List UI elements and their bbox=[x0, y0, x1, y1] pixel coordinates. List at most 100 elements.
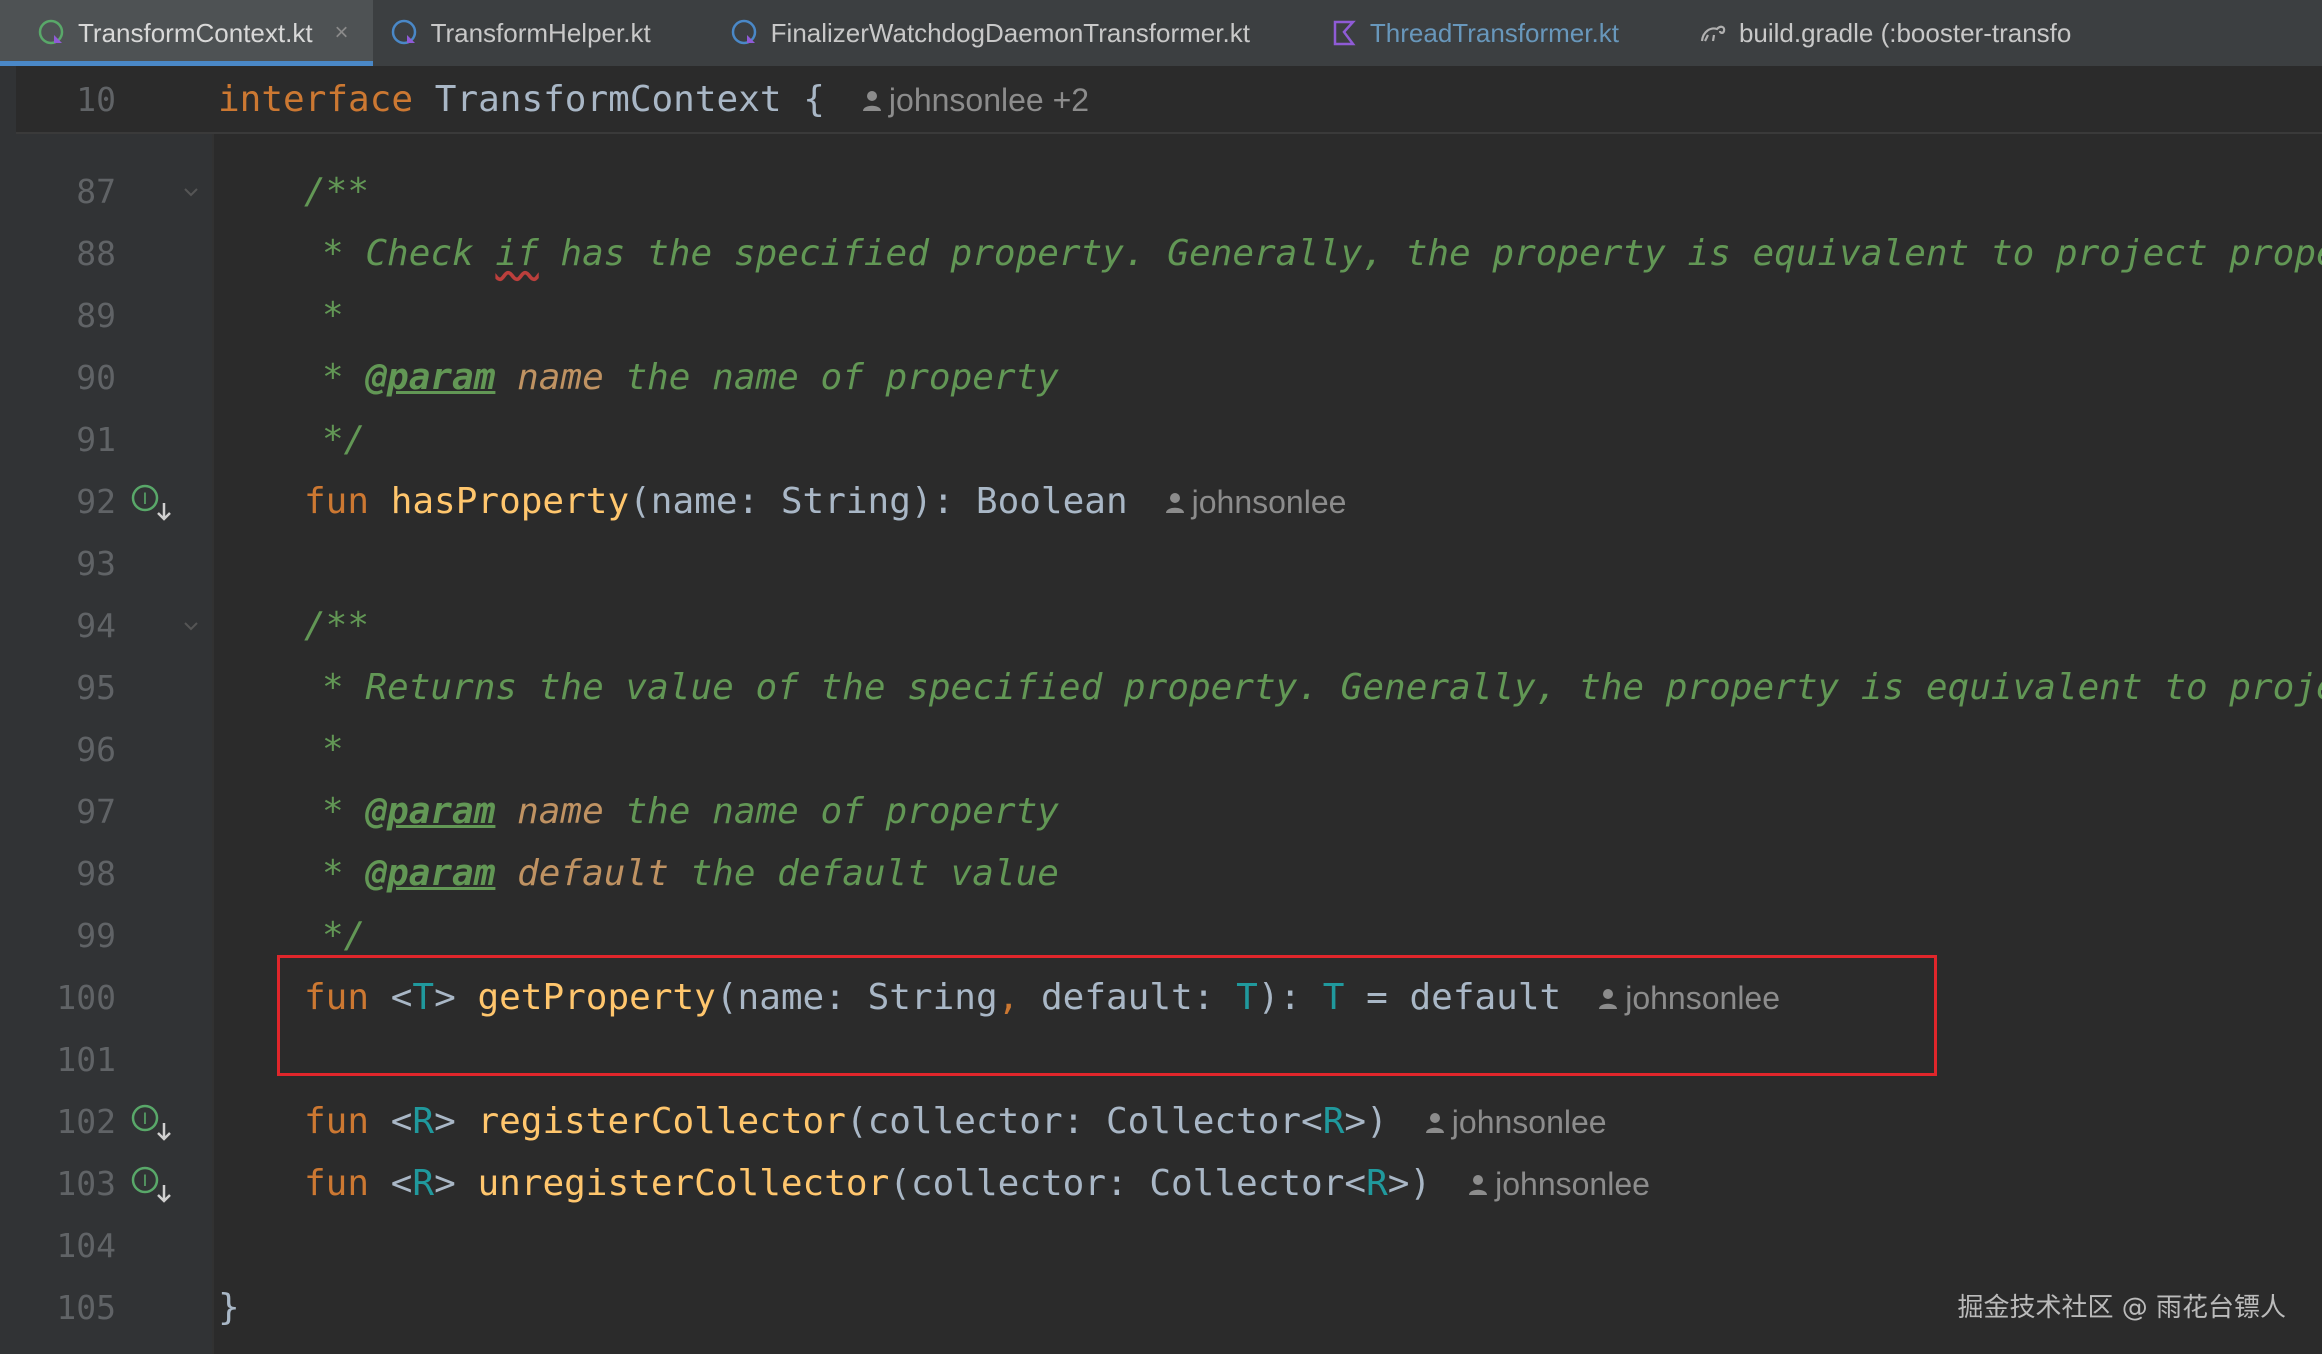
code-line: fun <R> registerCollector(collector: Col… bbox=[304, 1091, 1607, 1153]
kdoc-tag[interactable]: @param bbox=[365, 357, 495, 398]
function-name[interactable]: registerCollector bbox=[477, 1101, 845, 1142]
kdoc-tag[interactable]: @param bbox=[365, 853, 495, 894]
person-icon bbox=[1165, 493, 1184, 513]
type-param: R bbox=[412, 1163, 435, 1204]
code-row-96[interactable]: 96 * bbox=[0, 719, 2322, 781]
tab-build-gradle[interactable]: build.gradle (:booster-transfo bbox=[1643, 0, 2095, 66]
fold-icon[interactable] bbox=[182, 183, 200, 201]
code-row-90[interactable]: 90 * @param name the name of property bbox=[0, 347, 2322, 409]
author-hint[interactable]: johnsonlee bbox=[1424, 1104, 1607, 1140]
kotlin-class-icon bbox=[391, 19, 416, 45]
code-line: * Check if has the specified property. G… bbox=[322, 223, 2322, 285]
comment: * Check bbox=[322, 233, 496, 274]
function-name[interactable]: unregisterCollector bbox=[477, 1163, 889, 1204]
code-line: /** bbox=[304, 161, 369, 223]
person-icon bbox=[1469, 1175, 1488, 1195]
tab-transform-helper[interactable]: TransformHelper.kt bbox=[373, 0, 675, 66]
code-line: } bbox=[218, 1277, 240, 1339]
keyword: fun bbox=[304, 1101, 391, 1142]
tab-label: TransformContext.kt bbox=[78, 17, 313, 48]
tab-thread-transformer[interactable]: ThreadTransformer.kt bbox=[1274, 0, 1643, 66]
line-number: 96 bbox=[76, 730, 116, 769]
code-line: * @param name the name of property bbox=[322, 347, 1059, 409]
kotlin-interface-icon bbox=[38, 19, 64, 45]
implemented-down-icon[interactable]: I bbox=[130, 483, 174, 523]
watermark: 掘金技术社区 @ 雨花台镖人 bbox=[1957, 1293, 2286, 1323]
code-row-104[interactable]: 104 bbox=[0, 1215, 2322, 1277]
author-name: johnsonlee +2 bbox=[888, 82, 1090, 118]
author-name: johnsonlee bbox=[1451, 1104, 1607, 1140]
code-row-102[interactable]: 102 I fun <R> registerCollector(collecto… bbox=[0, 1091, 2322, 1153]
kotlin-file-icon bbox=[1333, 20, 1356, 46]
code-line: */ bbox=[322, 409, 365, 471]
line-number: 87 bbox=[76, 172, 116, 211]
code-row-94[interactable]: 94 /** bbox=[0, 595, 2322, 657]
line-number: 95 bbox=[76, 668, 116, 707]
tab-label: TransformHelper.kt bbox=[430, 17, 651, 48]
implemented-down-icon[interactable]: I bbox=[130, 1103, 174, 1143]
line-number: 88 bbox=[76, 234, 116, 273]
code-row-93[interactable]: 93 bbox=[0, 533, 2322, 595]
close-icon[interactable]: × bbox=[335, 19, 349, 47]
line-number: 104 bbox=[56, 1226, 116, 1265]
comment: * bbox=[322, 729, 344, 770]
code-line: fun <R> unregisterCollector(collector: C… bbox=[304, 1153, 1650, 1215]
line-number: 99 bbox=[76, 916, 116, 955]
code-row-98[interactable]: 98 * @param default the default value bbox=[0, 843, 2322, 905]
code-row-88[interactable]: 88 * Check if has the specified property… bbox=[0, 223, 2322, 285]
code-row-92[interactable]: 92 I fun hasProperty(name: String): Bool… bbox=[0, 471, 2322, 533]
code-row-89[interactable]: 89 * bbox=[0, 285, 2322, 347]
line-number: 102 bbox=[56, 1102, 116, 1141]
line-number: 100 bbox=[56, 978, 116, 1017]
comment: the default value bbox=[668, 853, 1059, 894]
code-row-87[interactable]: 87 /** bbox=[0, 161, 2322, 223]
code-line: * Returns the value of the specified pro… bbox=[322, 657, 2322, 719]
author-name: johnsonlee bbox=[1495, 1166, 1650, 1202]
code-line: fun hasProperty(name: String): Boolean jo… bbox=[304, 471, 1346, 533]
person-icon bbox=[1425, 1113, 1444, 1133]
signature: (collector: Collector< bbox=[845, 1101, 1323, 1142]
fold-icon[interactable] bbox=[182, 617, 200, 635]
implemented-down-icon[interactable]: I bbox=[130, 1165, 174, 1205]
param-name: name bbox=[495, 791, 604, 832]
code-row-91[interactable]: 91 */ bbox=[0, 409, 2322, 471]
signature: >) bbox=[1344, 1101, 1388, 1142]
punct: > bbox=[434, 1101, 478, 1142]
author-hint[interactable]: johnsonlee bbox=[1164, 484, 1346, 520]
code-line: * @param default the default value bbox=[322, 843, 1059, 905]
comment: */ bbox=[322, 915, 366, 956]
svg-text:I: I bbox=[143, 1109, 148, 1128]
line-number: 10 bbox=[76, 80, 116, 119]
highlight-box bbox=[277, 955, 1937, 1076]
code-line: * @param name the name of property bbox=[322, 781, 1059, 843]
line-number: 103 bbox=[56, 1164, 116, 1203]
comment: /** bbox=[304, 171, 370, 212]
tab-label: ThreadTransformer.kt bbox=[1369, 17, 1619, 48]
line-number: 98 bbox=[76, 854, 116, 893]
function-name[interactable]: hasProperty bbox=[391, 481, 629, 522]
code-row-97[interactable]: 97 * @param name the name of property bbox=[0, 781, 2322, 843]
sticky-scope-header[interactable]: 10 interface TransformContext {johnsonle… bbox=[16, 66, 2322, 134]
line-number: 90 bbox=[76, 358, 116, 397]
author-hint[interactable]: johnsonlee +2 bbox=[861, 82, 1089, 118]
type-param: R bbox=[412, 1101, 435, 1142]
tab-transform-context[interactable]: TransformContext.kt × bbox=[0, 0, 373, 66]
comment: has the specified property. Generally, t… bbox=[538, 233, 2322, 274]
tab-label: FinalizerWatchdogDaemonTransformer.kt bbox=[770, 17, 1250, 48]
code-line: interface TransformContext {johnsonlee +… bbox=[218, 69, 1089, 131]
code-row-95[interactable]: 95 * Returns the value of the specified … bbox=[0, 657, 2322, 719]
comment: * bbox=[322, 853, 366, 894]
editor-tab-bar: TransformContext.kt × TransformHelper.kt… bbox=[0, 0, 2322, 67]
code-row-103[interactable]: 103 I fun <R> unregisterCollector(collec… bbox=[0, 1153, 2322, 1215]
closing-brace: } bbox=[218, 1287, 240, 1328]
line-number: 91 bbox=[76, 420, 116, 459]
tab-finalizer-watchdog[interactable]: FinalizerWatchdogDaemonTransformer.kt bbox=[675, 0, 1274, 66]
signature: >) bbox=[1387, 1163, 1432, 1204]
author-hint[interactable]: johnsonlee bbox=[1467, 1166, 1650, 1202]
punct: > bbox=[434, 1163, 478, 1204]
kdoc-tag[interactable]: @param bbox=[365, 791, 495, 832]
typo-word: if bbox=[495, 233, 539, 274]
signature: (name: String): Boolean bbox=[629, 481, 1128, 522]
tab-label: build.gradle (:booster-transfo bbox=[1738, 17, 2072, 48]
type-param: R bbox=[1322, 1101, 1345, 1142]
